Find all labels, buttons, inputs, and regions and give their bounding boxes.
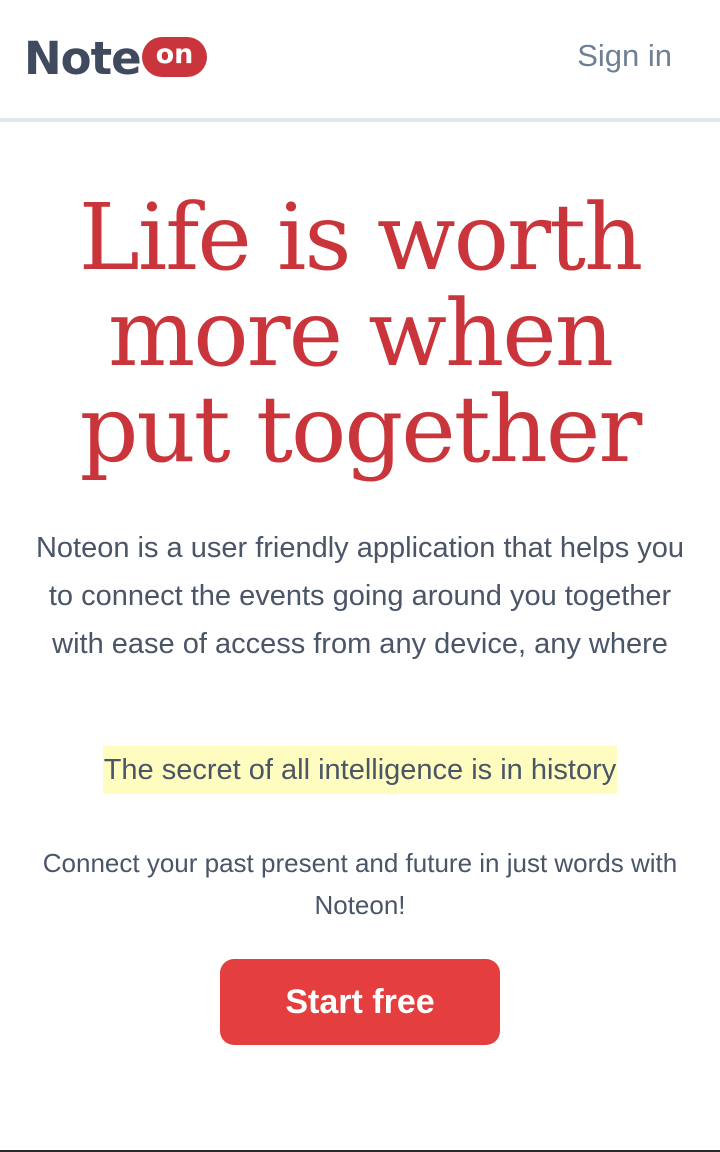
hero-description: Noteon is a user friendly application th… <box>35 532 685 660</box>
hero-title-line-2: more when <box>108 280 614 387</box>
hero-title: Life is worth more when put together <box>0 190 720 478</box>
start-free-button[interactable]: Start free <box>220 959 500 1045</box>
quote-container: The secret of all intelligence is in his… <box>0 746 720 794</box>
logo-text: Note <box>24 32 142 85</box>
sign-in-link[interactable]: Sign in <box>577 36 672 76</box>
hero-title-line-1: Life is worth <box>78 184 643 291</box>
logo[interactable]: Note on <box>24 32 208 86</box>
highlighted-quote: The secret of all intelligence is in his… <box>102 746 618 794</box>
top-nav: Note on Sign in <box>0 0 720 122</box>
hero-title-line-3: put together <box>79 376 643 483</box>
connect-text: Connect your past present and future in … <box>42 848 678 920</box>
logo-badge: on <box>141 37 208 77</box>
